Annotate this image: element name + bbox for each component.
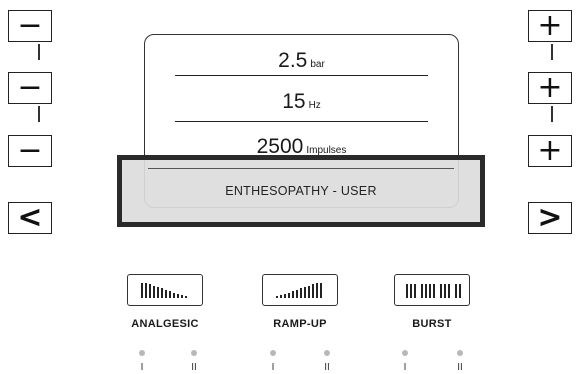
connector-line: [38, 106, 40, 122]
pressure-value: 2.5: [278, 49, 308, 72]
previous-program-button[interactable]: <: [8, 202, 52, 234]
ramp-up-level-1-indicator[interactable]: [270, 350, 276, 356]
plus-icon: +: [537, 70, 563, 105]
minus-icon: −: [17, 8, 43, 43]
pressure-row: 2.5 bar: [145, 49, 458, 73]
ascending-bars-icon: [276, 283, 322, 298]
divider: [148, 168, 454, 169]
frequency-unit: Hz: [308, 100, 321, 111]
burst-mode-label: BURST: [412, 318, 452, 330]
ramp-up-mode-label: RAMP-UP: [273, 318, 327, 330]
ramp-up-level-2-indicator[interactable]: [324, 350, 330, 356]
pressure-decrease-button[interactable]: −: [8, 10, 52, 42]
pressure-unit: bar: [310, 59, 325, 70]
analgesic-level-2-label: II: [191, 362, 197, 373]
connector-line: [551, 106, 553, 122]
grouped-bars-icon: [406, 284, 461, 298]
burst-level-1-label: I: [403, 362, 407, 373]
frequency-increase-button[interactable]: +: [528, 72, 572, 104]
analgesic-level-2-indicator[interactable]: [191, 350, 197, 356]
connector-line: [38, 44, 40, 60]
plus-icon: +: [537, 8, 563, 43]
burst-level-2-label: II: [457, 362, 463, 373]
ramp-up-mode-button[interactable]: [262, 274, 338, 306]
burst-level-2-indicator[interactable]: [457, 350, 463, 356]
analgesic-level-1-indicator[interactable]: [139, 350, 145, 356]
frequency-value: 15: [282, 90, 306, 113]
chevron-left-icon: <: [17, 200, 43, 235]
ramp-up-level-1-label: I: [271, 362, 275, 373]
next-program-button[interactable]: >: [528, 202, 572, 234]
minus-icon: −: [17, 70, 43, 105]
minus-icon: −: [17, 133, 43, 168]
connector-line: [551, 44, 553, 60]
burst-mode-button[interactable]: [394, 274, 470, 306]
analgesic-mode-button[interactable]: [127, 274, 203, 306]
analgesic-mode-label: ANALGESIC: [131, 318, 199, 330]
chevron-right-icon: >: [537, 200, 563, 235]
divider: [175, 75, 428, 76]
impulses-increase-button[interactable]: +: [528, 135, 572, 167]
analgesic-level-1-label: I: [140, 362, 144, 373]
plus-icon: +: [537, 133, 563, 168]
descending-bars-icon: [141, 283, 187, 298]
ramp-up-level-2-label: II: [324, 362, 330, 373]
program-label: ENTHESOPATHY - USER: [225, 184, 377, 198]
impulses-decrease-button[interactable]: −: [8, 135, 52, 167]
program-selector[interactable]: ENTHESOPATHY - USER: [117, 155, 485, 227]
pressure-increase-button[interactable]: +: [528, 10, 572, 42]
burst-level-1-indicator[interactable]: [402, 350, 408, 356]
frequency-row: 15 Hz: [145, 90, 458, 114]
frequency-decrease-button[interactable]: −: [8, 72, 52, 104]
divider: [175, 121, 428, 122]
